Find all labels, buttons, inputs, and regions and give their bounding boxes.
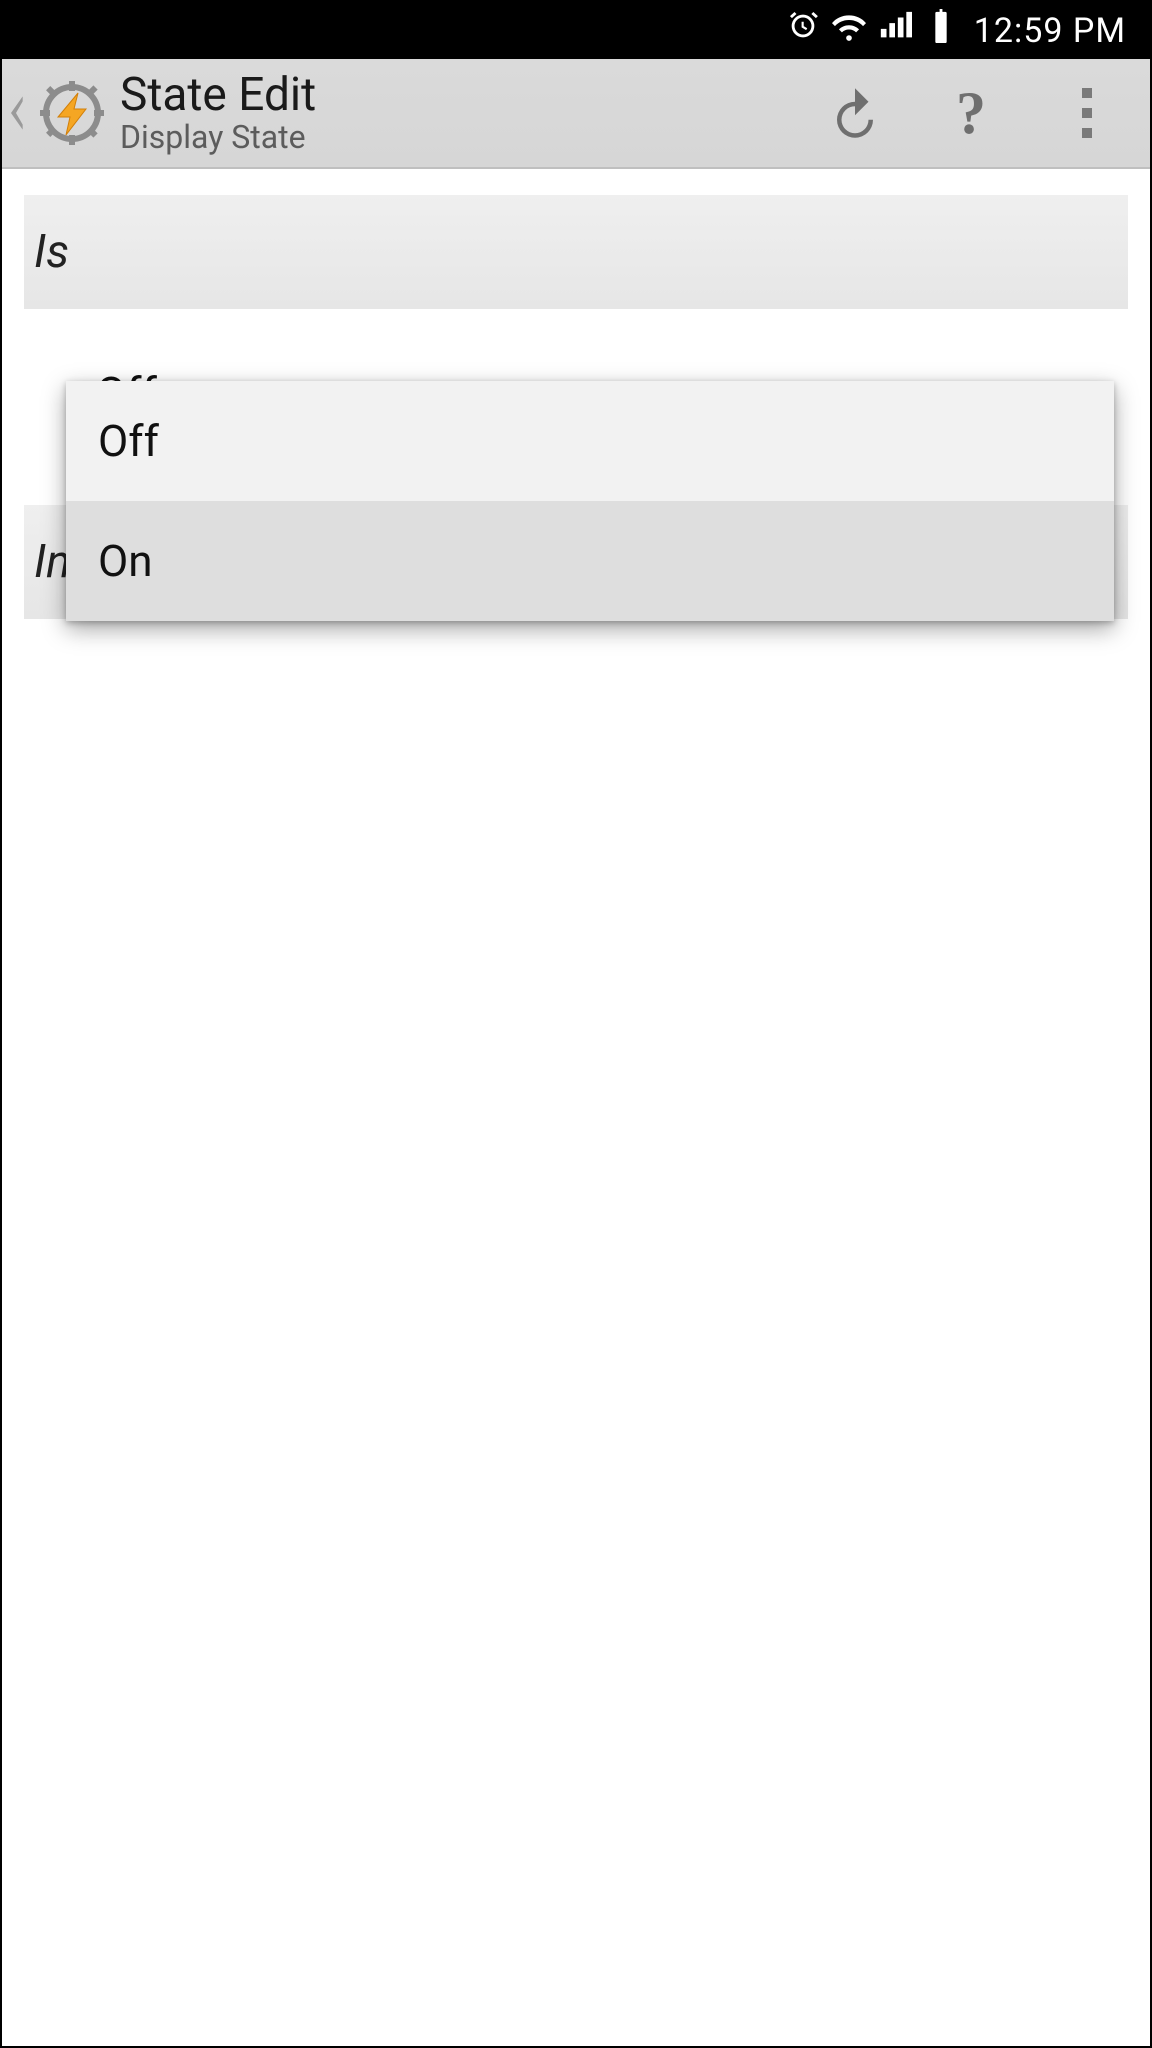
signal-icon <box>878 9 912 52</box>
back-button[interactable] <box>2 91 30 135</box>
alarm-icon <box>786 9 820 52</box>
refresh-button[interactable] <box>800 59 910 167</box>
menu-dot-icon <box>1082 88 1092 98</box>
app-icon[interactable] <box>36 77 108 149</box>
content-area: Is Off In Off On <box>2 169 1150 619</box>
help-button[interactable]: ? <box>916 59 1026 167</box>
page-title: State Edit <box>120 71 794 119</box>
dropdown-option-on[interactable]: On <box>66 501 1114 621</box>
status-icons <box>786 9 958 52</box>
spinner-dropdown: Off On <box>66 381 1114 621</box>
battery-icon <box>924 9 958 52</box>
menu-dot-icon <box>1082 128 1092 138</box>
menu-dot-icon <box>1082 108 1092 118</box>
section-header-is: Is <box>24 195 1128 309</box>
dropdown-option-off[interactable]: Off <box>66 381 1114 501</box>
action-bar: State Edit Display State ? <box>2 59 1150 169</box>
action-bar-titles: State Edit Display State <box>114 71 794 154</box>
clock-text: 12:59 PM <box>974 11 1126 51</box>
page-subtitle: Display State <box>120 120 794 155</box>
overflow-menu-button[interactable] <box>1032 59 1142 167</box>
status-bar: 12:59 PM <box>2 2 1150 59</box>
wifi-icon <box>832 9 866 52</box>
help-icon: ? <box>956 79 986 148</box>
